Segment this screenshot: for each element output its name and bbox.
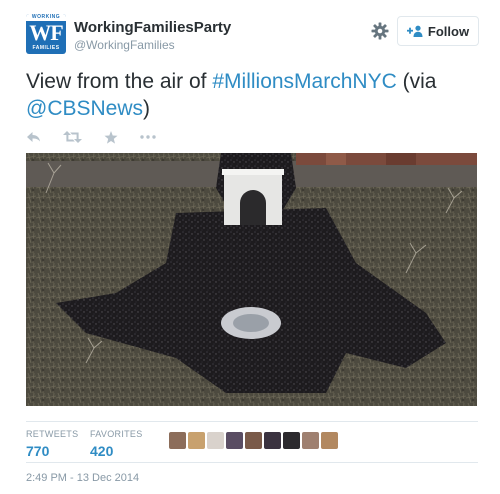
tweet-timestamp[interactable]: 2:49 PM - 13 Dec 2014 [26,472,139,484]
more-button[interactable] [140,135,156,139]
reply-button[interactable] [26,131,41,143]
favorites-stat[interactable]: FAVORITES 420 [90,428,143,460]
more-dots-icon [140,135,156,139]
gear-icon[interactable] [371,22,389,40]
follow-label: Follow [427,23,470,39]
account-full-name[interactable]: WorkingFamiliesParty [74,19,231,37]
avatar[interactable] [264,432,281,449]
tweet-header: WORKING WF FAMILIES WorkingFamiliesParty… [26,14,479,56]
tweet-actions [26,128,178,146]
avatar-logo-letters: WF [29,20,63,45]
account-names: WorkingFamiliesParty @WorkingFamilies [74,19,231,53]
favorite-star-icon [104,130,118,144]
avatar[interactable] [283,432,300,449]
tweet-text: View from the air of #MillionsMarchNYC (… [26,68,478,122]
retweet-button[interactable] [63,131,82,143]
aerial-crowd-image [26,153,477,406]
tweet-text-part: View from the air of [26,70,213,93]
hashtag-link[interactable]: #MillionsMarchNYC [212,70,396,93]
favorites-count: 420 [90,443,114,459]
tweet-photo[interactable] [26,153,477,406]
follow-button[interactable]: Follow [397,16,479,46]
avatar[interactable] [245,432,262,449]
tweet-text-part: ) [143,97,151,120]
retweets-stat[interactable]: RETWEETS 770 [26,428,78,460]
retweet-icon [63,131,82,143]
reply-icon [27,132,40,142]
avatar[interactable] [207,432,224,449]
favorites-label: FAVORITES [90,429,143,439]
avatar[interactable] [302,432,319,449]
retweets-count: 770 [26,443,50,459]
divider [26,421,478,422]
avatar-bottom-text: FAMILIES [32,45,60,51]
avatar[interactable] [188,432,205,449]
divider [26,462,478,463]
account-handle[interactable]: @WorkingFamilies [74,37,231,53]
mention-link[interactable]: @CBSNews [26,97,143,120]
avatar[interactable] [321,432,338,449]
retweets-label: RETWEETS [26,429,79,439]
tweet-text-part: (via [396,70,437,93]
avatar[interactable] [169,432,186,449]
favoriter-avatars [169,432,338,449]
avatar[interactable]: WORKING WF FAMILIES [26,14,66,54]
avatar[interactable] [226,432,243,449]
person-plus-icon [406,25,423,37]
favorite-button[interactable] [104,130,118,144]
